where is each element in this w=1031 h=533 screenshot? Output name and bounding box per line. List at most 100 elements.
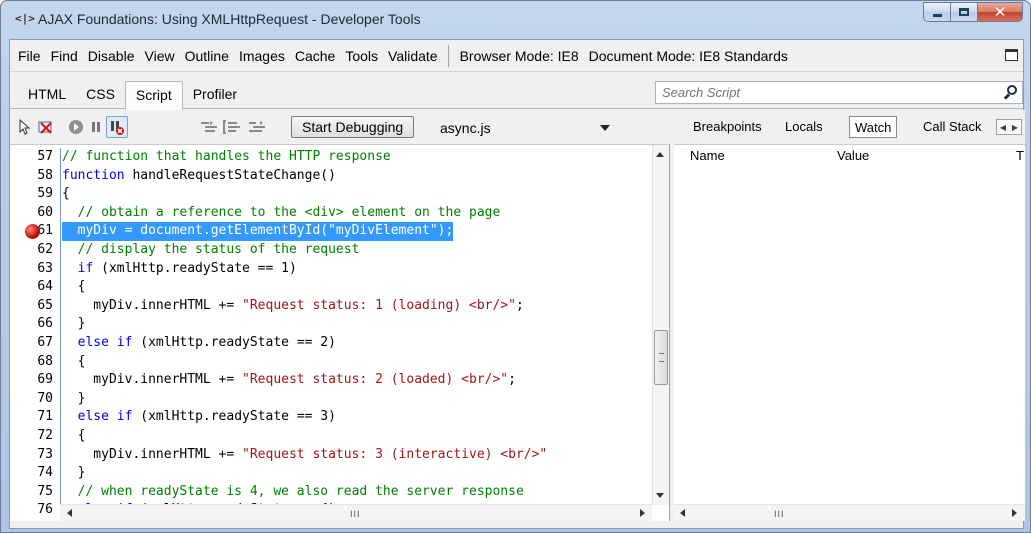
line-number[interactable]: 67 bbox=[10, 334, 56, 353]
scroll-left-icon[interactable] bbox=[680, 509, 685, 517]
code-line[interactable]: 68 { bbox=[10, 352, 652, 372]
line-number[interactable]: 70 bbox=[10, 390, 56, 409]
tab-profiler[interactable]: Profiler bbox=[183, 81, 247, 109]
menu-item-images[interactable]: Images bbox=[234, 40, 290, 72]
scroll-right-icon[interactable] bbox=[1012, 509, 1017, 517]
code-line[interactable]: 74 } bbox=[10, 464, 652, 483]
code-text[interactable]: // obtain a reference to the <div> eleme… bbox=[62, 204, 501, 223]
line-number[interactable]: 77 bbox=[10, 520, 56, 522]
line-number[interactable]: 72 bbox=[10, 427, 56, 446]
minimize-button[interactable] bbox=[923, 2, 950, 22]
break-on-error-toggle[interactable] bbox=[106, 116, 128, 138]
menu-item-disable[interactable]: Disable bbox=[83, 40, 140, 72]
menu-item-validate[interactable]: Validate bbox=[383, 40, 443, 72]
tab-css[interactable]: CSS bbox=[76, 81, 125, 109]
menu-item-tools[interactable]: Tools bbox=[340, 40, 383, 72]
code-text[interactable]: { bbox=[62, 427, 86, 446]
code-text[interactable]: if (xmlHttp.readyState == 1) bbox=[62, 260, 297, 279]
menu-item-cache[interactable]: Cache bbox=[290, 40, 340, 72]
code-text[interactable]: myDiv.innerHTML += "Request status: 1 (l… bbox=[62, 297, 523, 316]
line-number[interactable]: 71 bbox=[10, 408, 56, 427]
code-line[interactable]: 60 // obtain a reference to the <div> el… bbox=[10, 203, 652, 223]
code-line[interactable]: 70 } bbox=[10, 389, 652, 409]
tab-call-stack[interactable]: Call Stack bbox=[918, 116, 987, 138]
code-text[interactable]: { bbox=[62, 278, 86, 297]
menu-item-file[interactable]: File bbox=[13, 40, 46, 72]
code-text[interactable]: } bbox=[62, 464, 86, 483]
chevron-left-icon[interactable]: ◀ bbox=[997, 120, 1009, 134]
tab-html[interactable]: HTML bbox=[10, 81, 76, 109]
select-element-icon[interactable] bbox=[18, 118, 32, 136]
step-into-icon[interactable] bbox=[200, 118, 218, 136]
code-line[interactable]: 65 myDiv.innerHTML += "Request status: 1… bbox=[10, 296, 652, 316]
maximize-button[interactable] bbox=[950, 2, 977, 22]
menu-item-find[interactable]: Find bbox=[46, 40, 83, 72]
code-text[interactable]: myDiv.innerHTML += "Request status: 2 (l… bbox=[62, 371, 516, 390]
title-bar[interactable]: <|> AJAX Foundations: Using XMLHttpReque… bbox=[1, 1, 1030, 39]
code-line[interactable]: 66 } bbox=[10, 315, 652, 334]
code-text[interactable]: function handleRequestStateChange() bbox=[62, 167, 336, 186]
browser-mode-menu[interactable]: Browser Mode: IE8 bbox=[455, 40, 584, 72]
code-line[interactable]: 69 myDiv.innerHTML += "Request status: 2… bbox=[10, 371, 652, 390]
code-line[interactable]: 61 myDiv = document.getElementById("myDi… bbox=[10, 222, 652, 241]
line-number[interactable]: 58 bbox=[10, 167, 56, 186]
code-line[interactable]: 57 // function that handles the HTTP resp… bbox=[10, 148, 652, 167]
tab-breakpoints[interactable]: Breakpoints bbox=[688, 116, 767, 138]
code-text[interactable]: // when readyState is 4, we also read th… bbox=[62, 483, 524, 502]
column-header-type[interactable]: T bbox=[1016, 145, 1024, 166]
line-number[interactable]: 65 bbox=[10, 297, 56, 316]
column-header-name[interactable]: Name bbox=[690, 145, 725, 166]
step-over-icon[interactable] bbox=[223, 118, 241, 136]
line-number[interactable]: 66 bbox=[10, 315, 56, 334]
scroll-thumb[interactable] bbox=[654, 330, 668, 385]
code-line[interactable]: 73 myDiv.innerHTML += "Request status: 3… bbox=[10, 445, 652, 465]
code-horizontal-scrollbar[interactable]: III bbox=[60, 504, 652, 521]
line-number[interactable]: 69 bbox=[10, 371, 56, 390]
tab-scroll-buttons[interactable]: ◀ ▶ bbox=[996, 119, 1022, 135]
watch-horizontal-scrollbar[interactable]: III bbox=[674, 504, 1025, 521]
tab-script[interactable]: Script bbox=[124, 81, 183, 110]
start-debugging-button[interactable]: Start Debugging bbox=[291, 116, 415, 138]
line-number[interactable]: 73 bbox=[10, 446, 56, 465]
line-number[interactable]: 60 bbox=[10, 204, 56, 223]
code-text[interactable]: { bbox=[62, 185, 70, 204]
code-text[interactable]: // function that handles the HTTP respon… bbox=[62, 148, 391, 167]
code-text[interactable]: } bbox=[62, 390, 86, 409]
column-header-value[interactable]: Value bbox=[837, 145, 869, 166]
code-line[interactable]: 71 else if (xmlHttp.readyState == 3) bbox=[10, 408, 652, 427]
menu-item-outline[interactable]: Outline bbox=[180, 40, 234, 72]
code-line[interactable]: 62 // display the status of the request bbox=[10, 240, 652, 260]
scroll-up-icon[interactable] bbox=[656, 152, 664, 157]
line-number[interactable]: 62 bbox=[10, 241, 56, 260]
code-text-highlighted[interactable]: myDiv = document.getElementById("myDivEl… bbox=[62, 222, 454, 241]
line-number[interactable]: 68 bbox=[10, 353, 56, 372]
break-all-icon[interactable] bbox=[90, 118, 102, 136]
tab-watch[interactable]: Watch bbox=[849, 116, 898, 138]
code-line[interactable]: 75 // when readyState is 4, we also read… bbox=[10, 482, 652, 502]
code-line[interactable]: 59 { bbox=[10, 185, 652, 204]
script-file-select[interactable]: async.js bbox=[440, 118, 610, 138]
menu-item-view[interactable]: View bbox=[140, 40, 180, 72]
scroll-down-icon[interactable] bbox=[656, 493, 664, 498]
code-text[interactable]: myDiv.innerHTML += "Request status: 3 (i… bbox=[62, 446, 547, 465]
line-number[interactable]: 74 bbox=[10, 464, 56, 483]
dock-window-icon[interactable] bbox=[1005, 49, 1018, 61]
code-text[interactable]: } bbox=[62, 315, 86, 334]
document-mode-menu[interactable]: Document Mode: IE8 Standards bbox=[584, 40, 793, 72]
chevron-right-icon[interactable]: ▶ bbox=[1009, 120, 1021, 134]
code-line[interactable]: 67 else if (xmlHttp.readyState == 2) bbox=[10, 333, 652, 353]
close-button[interactable]: ✕ bbox=[977, 2, 1023, 22]
line-number[interactable]: 76 bbox=[10, 501, 56, 520]
search-script-input[interactable] bbox=[656, 82, 991, 103]
line-number[interactable]: 57 bbox=[10, 148, 56, 167]
step-out-icon[interactable] bbox=[248, 118, 266, 136]
code-text[interactable]: else if (xmlHttp.readyState == 2) bbox=[62, 334, 336, 353]
code-text[interactable]: { bbox=[62, 353, 86, 372]
tab-locals[interactable]: Locals bbox=[780, 116, 828, 138]
watch-grid[interactable]: Name Value T bbox=[674, 144, 1025, 504]
clear-breakpoints-icon[interactable] bbox=[38, 118, 54, 136]
scroll-left-icon[interactable] bbox=[67, 509, 72, 517]
code-line[interactable]: 58 function handleRequestStateChange() bbox=[10, 166, 652, 186]
code-text[interactable]: else if (xmlHttp.readyState == 3) bbox=[62, 408, 336, 427]
code-text[interactable]: // display the status of the request bbox=[62, 241, 360, 260]
